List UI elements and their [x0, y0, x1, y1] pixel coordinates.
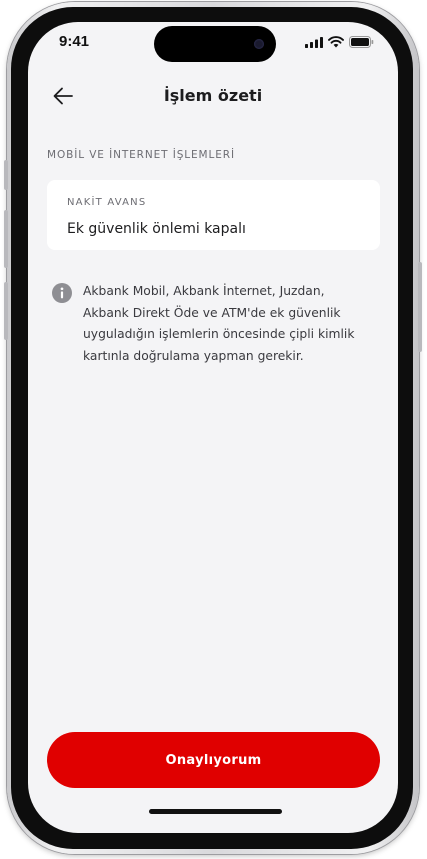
app-screen: 9:41 İşlem özeti MOBİL VE İNTERNET İŞLEM…	[28, 22, 398, 833]
signal-icon	[305, 36, 323, 48]
status-bar: 9:41	[28, 22, 398, 62]
home-indicator	[149, 809, 282, 814]
cash-advance-card: NAKİT AVANS Ek güvenlik önlemi kapalı	[47, 180, 380, 250]
info-text: Akbank Mobil, Akbank İnternet, Juzdan, A…	[83, 284, 355, 363]
card-value: Ek güvenlik önlemi kapalı	[67, 221, 246, 237]
camera-icon	[254, 39, 264, 49]
page-title: İşlem özeti	[163, 86, 263, 105]
wifi-icon	[328, 36, 344, 48]
volume-down-button	[4, 282, 8, 340]
action-button	[4, 160, 8, 190]
card-label: NAKİT AVANS	[67, 197, 147, 208]
power-button	[418, 262, 422, 352]
info-icon	[52, 283, 72, 303]
status-time: 9:41	[59, 33, 90, 50]
status-icons	[305, 36, 374, 48]
header: İşlem özeti	[28, 82, 398, 112]
dynamic-island	[154, 26, 276, 62]
section-label: MOBİL VE İNTERNET İŞLEMLERİ	[47, 149, 235, 161]
volume-up-button	[4, 210, 8, 268]
battery-icon	[349, 36, 374, 48]
confirm-button[interactable]: Onaylıyorum	[47, 732, 380, 788]
